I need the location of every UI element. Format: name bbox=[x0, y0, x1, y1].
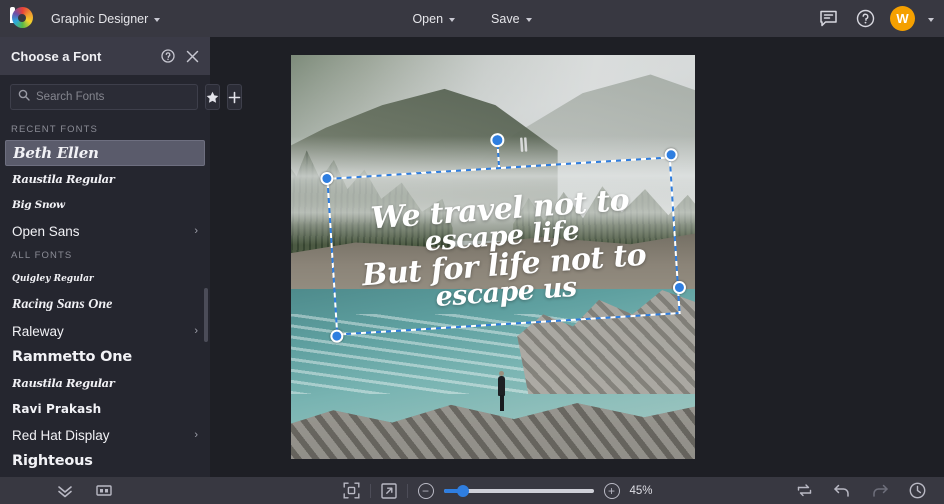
bottom-bar: − + 45% bbox=[0, 477, 944, 504]
zoom-level-value: 45% bbox=[629, 484, 653, 497]
panels-layout-icon[interactable] bbox=[96, 484, 112, 497]
chevron-down-icon bbox=[154, 17, 161, 22]
font-name-label: Beth Ellen bbox=[13, 144, 99, 162]
panel-scrollbar[interactable] bbox=[204, 288, 208, 342]
search-input[interactable] bbox=[36, 91, 190, 103]
font-panel: Choose a Font Search Fonts RECENT FONTS … bbox=[0, 37, 242, 504]
avatar[interactable]: W bbox=[890, 6, 915, 31]
search-icon bbox=[18, 88, 30, 106]
font-name-label: Righteous bbox=[12, 453, 93, 469]
photo-mist-band-lower bbox=[291, 180, 695, 245]
zoom-out-minus-icon[interactable]: − bbox=[417, 482, 434, 499]
chat-bubble-icon[interactable] bbox=[816, 7, 840, 31]
undo-arrow-icon[interactable] bbox=[833, 483, 851, 499]
font-name-label: Raustila Regular bbox=[12, 172, 115, 186]
zoom-slider-knob[interactable] bbox=[456, 484, 469, 497]
app-root: Graphic Designer Open Save W We travel n… bbox=[0, 0, 944, 504]
chevron-down-icon bbox=[525, 17, 532, 22]
font-name-label: Raustila Regular bbox=[12, 376, 115, 390]
avatar-initial: W bbox=[896, 11, 909, 26]
chevron-right-icon[interactable]: › bbox=[194, 225, 198, 237]
chevron-right-icon[interactable]: › bbox=[194, 325, 198, 337]
font-name-label: Quigley Regular bbox=[12, 274, 94, 284]
panel-title: Choose a Font bbox=[11, 48, 102, 64]
add-font-plus-icon[interactable] bbox=[227, 84, 242, 110]
bottom-bar-left-group bbox=[0, 477, 210, 504]
font-panel-header: Choose a Font bbox=[0, 37, 210, 75]
befunky-logo-icon bbox=[9, 7, 33, 30]
panel-header-icons bbox=[161, 49, 199, 63]
font-name-label: Red Hat Display bbox=[12, 427, 110, 443]
font-section-label: RECENT FONTS bbox=[11, 124, 98, 135]
app-logo[interactable] bbox=[0, 7, 42, 30]
divider bbox=[406, 483, 408, 498]
artboard[interactable]: We travel not to escape life But for lif… bbox=[291, 55, 695, 459]
search-input-wrap[interactable] bbox=[10, 84, 198, 110]
question-circle-icon[interactable] bbox=[853, 7, 877, 31]
font-list-item[interactable]: Beth Ellen bbox=[5, 140, 205, 166]
font-list-scroll[interactable]: RECENT FONTS Beth Ellen Raustila Regular Bi… bbox=[0, 118, 210, 504]
font-list-item[interactable]: Racing Sans One bbox=[5, 292, 205, 318]
close-x-icon[interactable] bbox=[186, 50, 199, 63]
redo-arrow-icon[interactable] bbox=[871, 483, 889, 499]
font-list-item[interactable]: Ravi Prakash bbox=[5, 396, 205, 422]
favorites-star-icon[interactable] bbox=[205, 84, 220, 110]
font-list-item[interactable]: Quigley Regular bbox=[5, 266, 205, 292]
font-list-item[interactable]: Raustila Regular bbox=[5, 166, 205, 192]
canvas-area[interactable]: We travel not to escape life But for lif… bbox=[210, 37, 944, 477]
zoom-in-plus-icon[interactable]: + bbox=[603, 482, 620, 499]
font-name-label: Racing Sans One bbox=[12, 297, 113, 312]
font-name-label: Open Sans bbox=[12, 223, 80, 239]
font-name-label: Rammetto One bbox=[12, 349, 132, 365]
font-search-row bbox=[0, 75, 242, 118]
save-menu-button[interactable]: Save bbox=[482, 7, 541, 31]
fit-to-screen-icon[interactable] bbox=[343, 482, 360, 499]
zoom-slider[interactable] bbox=[443, 484, 594, 497]
divider bbox=[369, 483, 371, 498]
compare-swap-icon[interactable] bbox=[796, 483, 813, 498]
font-list-item[interactable]: Rammetto One bbox=[5, 344, 205, 370]
bottom-bar-right-group bbox=[796, 482, 944, 499]
font-sections: RECENT FONTS Beth Ellen Raustila Regular Bi… bbox=[0, 118, 210, 474]
open-menu-button[interactable]: Open bbox=[403, 7, 464, 31]
font-name-label: Raleway bbox=[12, 323, 64, 339]
top-bar-right-group: W bbox=[816, 0, 934, 37]
font-section-label: ALL FONTS bbox=[11, 250, 73, 261]
collapse-chevrons-icon[interactable] bbox=[56, 484, 74, 498]
workspace-label: Graphic Designer bbox=[51, 11, 149, 26]
font-list-item[interactable]: Raleway › bbox=[5, 318, 205, 344]
font-list-item[interactable]: Righteous bbox=[5, 448, 205, 474]
save-label: Save bbox=[491, 11, 520, 26]
history-clock-icon[interactable] bbox=[909, 482, 926, 499]
font-list-item[interactable]: Raustila Regular bbox=[5, 370, 205, 396]
photo-person bbox=[497, 370, 506, 411]
font-name-label: Big Snow bbox=[12, 199, 65, 211]
font-list-item[interactable]: Open Sans › bbox=[5, 218, 205, 244]
zoom-controls: − + 45% bbox=[210, 482, 796, 499]
workspace-switcher[interactable]: Graphic Designer bbox=[42, 7, 169, 31]
chevron-down-icon bbox=[449, 17, 456, 22]
top-bar: Graphic Designer Open Save W bbox=[0, 0, 944, 37]
font-list-item[interactable]: Big Snow bbox=[5, 192, 205, 218]
font-list-item[interactable]: Red Hat Display › bbox=[5, 422, 205, 448]
account-chevron-down-icon[interactable] bbox=[928, 17, 934, 22]
open-label: Open bbox=[412, 11, 444, 26]
chevron-right-icon[interactable]: › bbox=[194, 429, 198, 441]
fullscreen-expand-icon[interactable] bbox=[380, 482, 397, 499]
question-circle-icon[interactable] bbox=[161, 49, 175, 63]
font-name-label: Ravi Prakash bbox=[12, 402, 102, 416]
